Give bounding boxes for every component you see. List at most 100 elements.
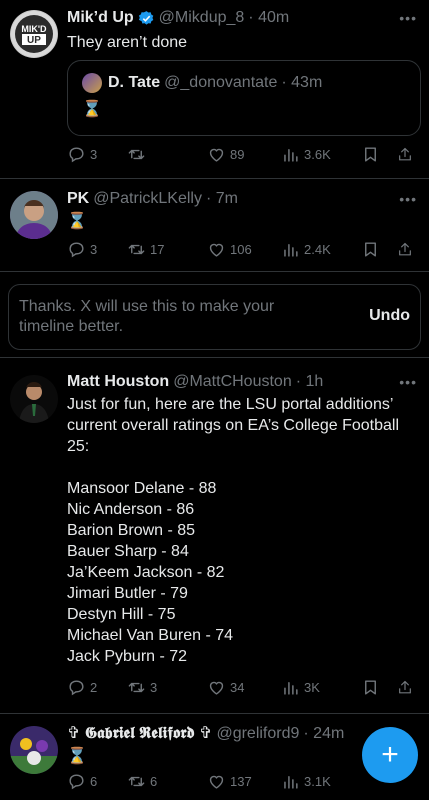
tweet-text: Just for fun, here are the LSU portal ad…: [67, 394, 419, 667]
like-button[interactable]: 137: [207, 772, 281, 791]
reply-button[interactable]: 2: [67, 678, 127, 697]
views-button[interactable]: 3.1K: [281, 772, 361, 791]
retweet-icon: [127, 240, 146, 259]
share-button[interactable]: [397, 678, 417, 697]
logo-text-top: MIK'D: [21, 24, 47, 34]
retweet-button[interactable]: 6: [127, 772, 207, 791]
quoted-tweet[interactable]: D. Tate @_donovantate · 43m ⌛: [67, 60, 421, 136]
retweet-icon: [127, 145, 146, 164]
logo-text-bottom: UP: [27, 35, 41, 46]
tweet-mikdup[interactable]: MIK'D UP Mik’d Up @Mikdup_8 · 40m They a…: [0, 0, 429, 179]
retweet-count: 3: [150, 680, 158, 695]
tweet-time[interactable]: · 24m: [303, 724, 344, 744]
author-name[interactable]: PK: [67, 189, 89, 209]
quote-time: · 43m: [281, 74, 323, 91]
tweet-text-line: Michael Van Buren - 74: [67, 627, 234, 644]
bookmark-button[interactable]: [361, 678, 397, 697]
tweet-text: ⌛: [67, 213, 87, 230]
reply-count: 2: [90, 680, 98, 695]
like-icon: [207, 240, 226, 259]
views-icon: [281, 240, 300, 259]
bookmark-icon: [361, 678, 380, 697]
retweet-button[interactable]: 3: [127, 678, 207, 697]
more-options-icon[interactable]: •••: [399, 191, 417, 207]
compose-button[interactable]: +: [362, 727, 418, 783]
tweet-text-line: Barion Brown - 85: [67, 522, 196, 539]
avatar[interactable]: [10, 375, 58, 423]
quote-author-handle: @_donovantate: [164, 74, 278, 91]
reply-button[interactable]: 3: [67, 240, 127, 259]
views-icon: [281, 772, 300, 791]
more-options-icon[interactable]: •••: [399, 374, 417, 390]
author-name[interactable]: Mik’d Up: [67, 8, 134, 28]
retweet-icon: [127, 772, 146, 791]
tweet-text-line: Mansoor Delane - 88: [67, 480, 217, 497]
reply-count: 3: [90, 242, 98, 257]
share-icon: [397, 678, 413, 697]
like-button[interactable]: 89: [207, 145, 281, 164]
like-count: 34: [230, 680, 245, 695]
author-handle[interactable]: @PatrickLKelly: [93, 189, 202, 209]
like-count: 106: [230, 242, 252, 257]
author-name[interactable]: ✞ 𝕲𝖆𝖇𝖗𝖎𝖊𝖑 𝕽𝖊𝖑𝖎𝖋𝖔𝖗𝖉 ✞: [67, 724, 212, 744]
more-options-icon[interactable]: •••: [399, 10, 417, 26]
retweet-count: 17: [150, 242, 165, 257]
reply-icon: [67, 145, 86, 164]
reply-button[interactable]: 6: [67, 772, 127, 791]
tweet-matthouston[interactable]: Matt Houston @MattCHouston · 1h Just for…: [0, 358, 429, 714]
reply-icon: [67, 678, 86, 697]
views-button[interactable]: 2.4K: [281, 240, 361, 259]
views-button[interactable]: 3K: [281, 678, 361, 697]
tweet-text-line: Ja’Keem Jackson - 82: [67, 564, 225, 581]
reply-icon: [67, 240, 86, 259]
person-avatar-icon: [10, 726, 58, 774]
reply-count: 6: [90, 774, 98, 789]
share-icon: [397, 145, 413, 164]
verified-badge-icon: [138, 10, 153, 25]
tweet-text-line: [67, 457, 419, 478]
tweet-text-line: Destyn Hill - 75: [67, 606, 176, 623]
tweet-time[interactable]: · 7m: [206, 189, 238, 209]
views-count: 2.4K: [304, 242, 331, 257]
like-button[interactable]: 106: [207, 240, 281, 259]
tweet-time[interactable]: · 1h: [296, 372, 324, 392]
mikdup-logo-icon: MIK'D UP: [11, 11, 57, 57]
quote-avatar: [82, 73, 102, 93]
retweet-button[interactable]: [127, 145, 207, 164]
plus-icon: +: [381, 738, 399, 771]
views-icon: [281, 145, 300, 164]
tweet-text-line: Bauer Sharp - 84: [67, 543, 189, 560]
tweet-text-line: 25:: [67, 438, 90, 455]
share-icon: [397, 240, 413, 259]
like-icon: [207, 772, 226, 791]
bookmark-button[interactable]: [361, 145, 397, 164]
like-count: 137: [230, 774, 252, 789]
bookmark-icon: [361, 145, 380, 164]
retweet-button[interactable]: 17: [127, 240, 207, 259]
author-handle[interactable]: @MattCHouston: [173, 372, 292, 392]
views-count: 3K: [304, 680, 320, 695]
author-handle[interactable]: @Mikdup_8: [159, 8, 245, 28]
author-name[interactable]: Matt Houston: [67, 372, 169, 392]
undo-button[interactable]: Undo: [369, 307, 410, 325]
tweet-text-line: Just for fun, here are the LSU portal ad…: [67, 396, 394, 413]
tweet-time[interactable]: · 40m: [248, 8, 289, 28]
tweet-text: They aren’t done: [67, 34, 188, 51]
like-button[interactable]: 34: [207, 678, 281, 697]
like-icon: [207, 145, 226, 164]
bookmark-button[interactable]: [361, 240, 397, 259]
reply-count: 3: [90, 147, 98, 162]
tweet-pk[interactable]: PK @PatrickLKelly · 7m ⌛ ••• 3 17 106 2.…: [0, 179, 429, 272]
tweet-text-line: Jimari Butler - 79: [67, 585, 188, 602]
views-icon: [281, 678, 300, 697]
like-count: 89: [230, 147, 245, 162]
author-handle[interactable]: @greliford9: [216, 724, 299, 744]
share-button[interactable]: [397, 145, 417, 164]
avatar[interactable]: [10, 726, 58, 774]
share-button[interactable]: [397, 240, 417, 259]
avatar[interactable]: MIK'D UP: [10, 10, 58, 58]
avatar[interactable]: [10, 191, 58, 239]
views-button[interactable]: 3.6K: [281, 145, 361, 164]
reply-button[interactable]: 3: [67, 145, 127, 164]
feedback-notice: Thanks. X will use this to make your tim…: [8, 284, 421, 350]
